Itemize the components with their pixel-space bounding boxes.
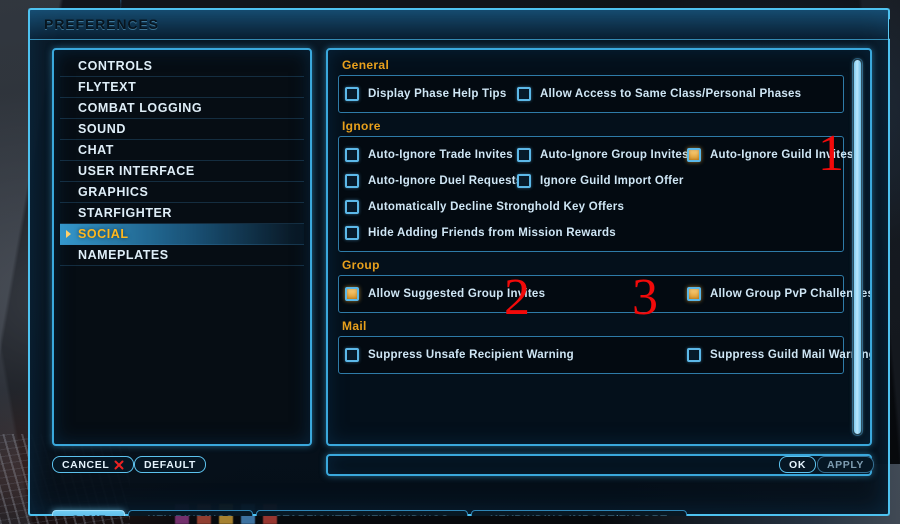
option-auto-ignore-guild-invites[interactable]: Auto-Ignore Guild Invites: [687, 142, 854, 168]
sidebar-item-label: STARFIGHTER: [78, 206, 173, 220]
option-label: Allow Suggested Group Invites: [368, 288, 546, 300]
sidebar-item-label: NAMEPLATES: [78, 248, 169, 262]
ok-button[interactable]: OK: [779, 456, 816, 473]
sidebar-item-label: COMBAT LOGGING: [78, 101, 203, 115]
section-heading-ignore: Ignore: [342, 119, 381, 133]
checkbox-unchecked-icon[interactable]: [345, 148, 359, 162]
sidebar-item-controls[interactable]: CONTROLS: [60, 56, 304, 77]
option-display-phase-help-tips[interactable]: Display Phase Help Tips: [345, 81, 506, 107]
section-heading-group: Group: [342, 258, 380, 272]
scrollbar-thumb[interactable]: [854, 60, 861, 434]
sidebar-list: CONTROLS FLYTEXT COMBAT LOGGING SOUND CHAT US…: [60, 56, 304, 438]
option-row: Allow Suggested Group Invites Allow Group…: [339, 281, 870, 307]
checkbox-unchecked-icon[interactable]: [345, 87, 359, 101]
sidebar-item-label: SOUND: [78, 122, 126, 136]
option-ignore-guild-import-offer[interactable]: Ignore Guild Import Offer: [517, 168, 684, 194]
sidebar-item-graphics[interactable]: GRAPHICS: [60, 182, 304, 203]
option-automatically-decline-stronghold-key-offers[interactable]: Automatically Decline Stronghold Key Off…: [345, 194, 624, 220]
checkbox-unchecked-icon[interactable]: [345, 348, 359, 362]
sidebar-item-label: FLYTEXT: [78, 80, 137, 94]
preferences-window: PREFERENCES CONTROLS FLYTEXT COMBAT LOGGIN…: [28, 8, 890, 516]
title-bar: PREFERENCES: [30, 10, 888, 40]
option-label: Allow Access to Same Class/Personal Phas…: [540, 88, 802, 100]
sidebar-item-flytext[interactable]: FLYTEXT: [60, 77, 304, 98]
apply-button-label: APPLY: [826, 458, 864, 471]
default-button[interactable]: DEFAULT: [134, 456, 206, 473]
option-row: Auto-Ignore Duel Requests Ignore Guild Im…: [339, 168, 843, 194]
option-label: Hide Adding Friends from Mission Rewards: [368, 227, 616, 239]
page-title: PREFERENCES: [44, 16, 159, 32]
checkbox-unchecked-icon[interactable]: [517, 174, 531, 188]
option-label: Suppress Guild Mail Warning: [710, 349, 872, 361]
section-heading-mail: Mail: [342, 319, 367, 333]
sidebar-item-label: SOCIAL: [78, 227, 129, 241]
checkbox-checked-icon[interactable]: [687, 287, 701, 301]
option-label: Ignore Guild Import Offer: [540, 175, 684, 187]
sidebar-item-combat-logging[interactable]: COMBAT LOGGING: [60, 98, 304, 119]
sidebar-item-social[interactable]: SOCIAL: [60, 224, 304, 245]
option-label: Auto-Ignore Group Invites: [540, 149, 689, 161]
sidebar-item-nameplates[interactable]: NAMEPLATES: [60, 245, 304, 266]
checkbox-unchecked-icon[interactable]: [345, 200, 359, 214]
option-label: Display Phase Help Tips: [368, 88, 507, 100]
sidebar-item-starfighter[interactable]: STARFIGHTER: [60, 203, 304, 224]
option-allow-group-pvp-challenges[interactable]: Allow Group PvP Challenges: [687, 281, 872, 307]
checkbox-unchecked-icon[interactable]: [345, 226, 359, 240]
settings-content-panel: General Display Phase Help Tips Allow Acce…: [326, 48, 872, 446]
option-auto-ignore-duel-requests[interactable]: Auto-Ignore Duel Requests: [345, 168, 522, 194]
option-group-mail: Suppress Unsafe Recipient Warning Suppres…: [338, 336, 870, 374]
option-label: Auto-Ignore Duel Requests: [368, 175, 523, 187]
option-label: Automatically Decline Stronghold Key Off…: [368, 201, 625, 213]
section-heading-general: General: [342, 58, 390, 72]
sidebar: CONTROLS FLYTEXT COMBAT LOGGING SOUND CHAT US…: [52, 48, 312, 446]
option-row: Hide Adding Friends from Mission Rewards: [339, 220, 843, 246]
selected-arrow-icon: [66, 230, 71, 238]
option-row: Automatically Decline Stronghold Key Off…: [339, 194, 843, 220]
option-label: Allow Group PvP Challenges: [710, 288, 872, 300]
option-row: Auto-Ignore Trade Invites Auto-Ignore Gro…: [339, 142, 853, 168]
checkbox-checked-icon[interactable]: [687, 148, 701, 162]
option-group-group: Allow Suggested Group Invites Allow Group…: [338, 275, 870, 313]
option-label: Suppress Unsafe Recipient Warning: [368, 349, 574, 361]
option-label: Auto-Ignore Trade Invites: [368, 149, 513, 161]
checkbox-unchecked-icon[interactable]: [687, 348, 701, 362]
option-allow-access-to-same-class-personal-phases[interactable]: Allow Access to Same Class/Personal Phas…: [517, 81, 801, 107]
sidebar-item-sound[interactable]: SOUND: [60, 119, 304, 140]
option-allow-suggested-group-invites[interactable]: Allow Suggested Group Invites: [345, 281, 545, 307]
option-auto-ignore-group-invites[interactable]: Auto-Ignore Group Invites: [517, 142, 689, 168]
red-x-icon: [114, 460, 124, 469]
option-suppress-unsafe-recipient-warning[interactable]: Suppress Unsafe Recipient Warning: [345, 342, 574, 368]
checkbox-unchecked-icon[interactable]: [517, 148, 531, 162]
cancel-button[interactable]: CANCEL: [52, 456, 135, 473]
checkbox-unchecked-icon[interactable]: [517, 87, 531, 101]
game-screen: PREFERENCES CONTROLS FLYTEXT COMBAT LOGGIN…: [0, 0, 900, 524]
sidebar-item-label: CONTROLS: [78, 59, 153, 73]
option-row: Suppress Unsafe Recipient Warning Suppres…: [339, 342, 870, 368]
option-group-ignore: Auto-Ignore Trade Invites Auto-Ignore Gro…: [338, 136, 853, 252]
option-suppress-guild-mail-warning[interactable]: Suppress Guild Mail Warning: [687, 342, 872, 368]
sidebar-item-label: GRAPHICS: [78, 185, 149, 199]
ok-button-label: OK: [789, 458, 806, 471]
option-hide-adding-friends-from-mission-rewards[interactable]: Hide Adding Friends from Mission Rewards: [345, 220, 616, 246]
sidebar-item-label: USER INTERFACE: [78, 164, 195, 178]
content-scrollbar[interactable]: [852, 58, 863, 436]
option-auto-ignore-trade-invites[interactable]: Auto-Ignore Trade Invites: [345, 142, 513, 168]
option-label: Auto-Ignore Guild Invites: [710, 149, 854, 161]
option-group-general: Display Phase Help Tips Allow Access to S…: [338, 75, 844, 113]
cancel-button-label: CANCEL: [62, 458, 110, 471]
settings-sections: General Display Phase Help Tips Allow Acce…: [338, 58, 870, 438]
checkbox-unchecked-icon[interactable]: [345, 174, 359, 188]
option-row: Display Phase Help Tips Allow Access to S…: [339, 81, 843, 107]
sidebar-item-label: CHAT: [78, 143, 114, 157]
sidebar-item-chat[interactable]: CHAT: [60, 140, 304, 161]
checkbox-checked-icon[interactable]: [345, 287, 359, 301]
default-button-label: DEFAULT: [144, 458, 196, 471]
sidebar-item-user-interface[interactable]: USER INTERFACE: [60, 161, 304, 182]
apply-button[interactable]: APPLY: [816, 456, 874, 473]
